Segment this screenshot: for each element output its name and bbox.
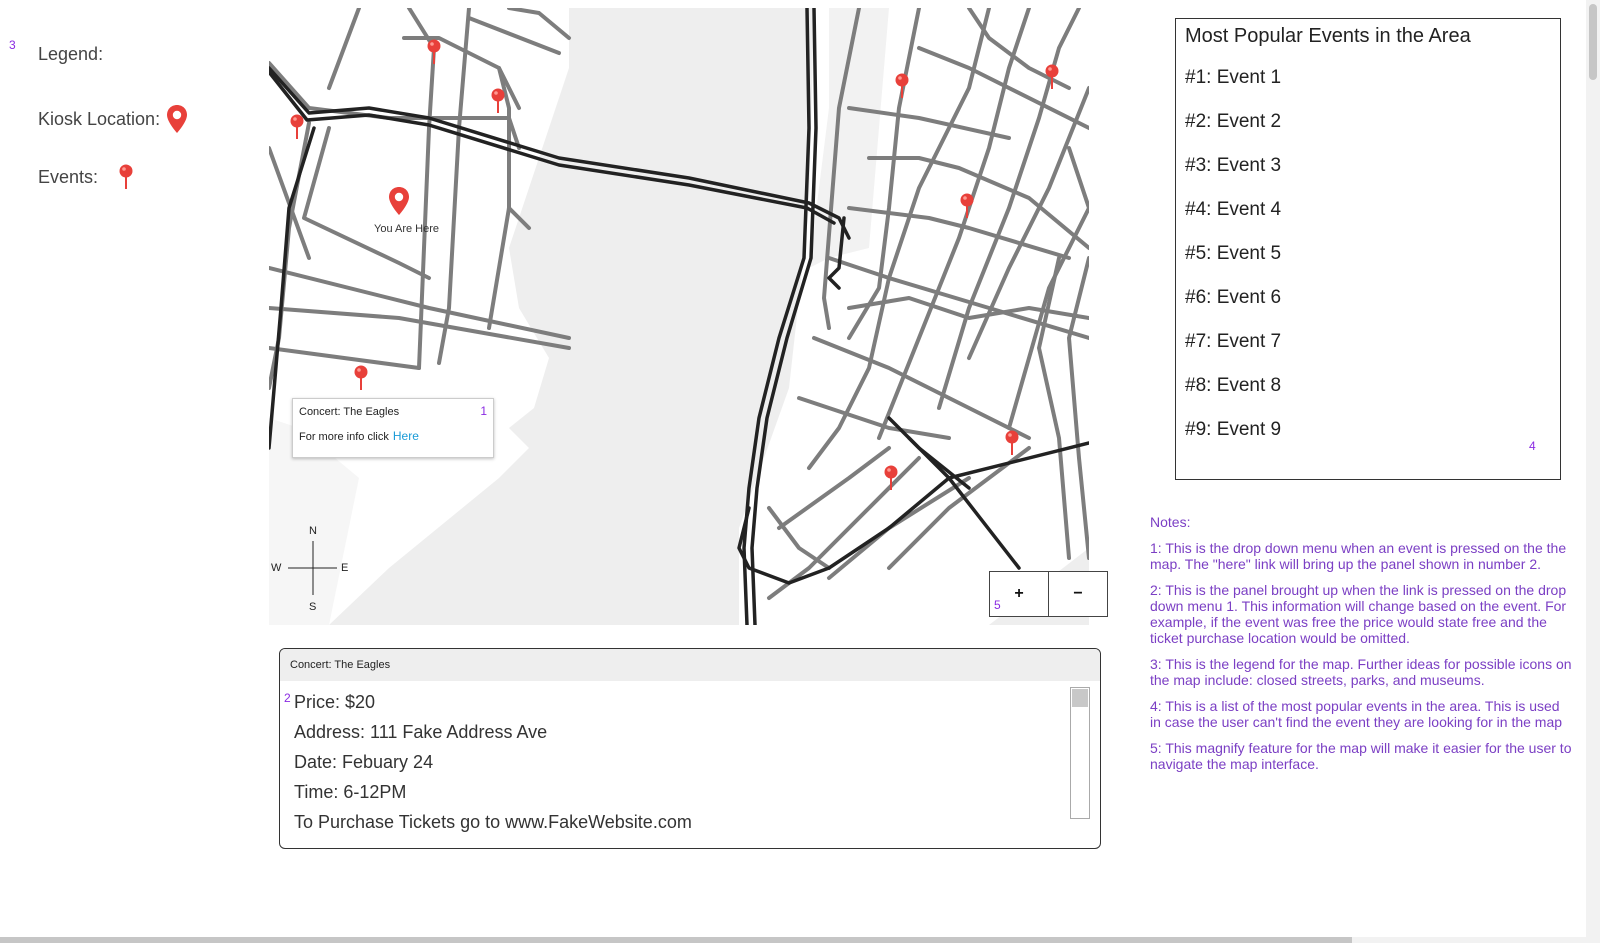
popup-more-info: For more info click Here (299, 429, 419, 443)
event-pin-icon (119, 164, 133, 189)
detail-address: Address: 111 Fake Address Ave (294, 722, 548, 742)
city-map[interactable]: You Are Here (269, 8, 1089, 625)
popular-event-item[interactable]: #9: Event 9 (1185, 419, 1281, 441)
popular-event-item[interactable]: #7: Event 7 (1185, 331, 1281, 353)
popular-event-item[interactable]: #6: Event 6 (1185, 287, 1281, 309)
kiosk-location-icon (167, 105, 188, 133)
event-popup: Concert: The Eagles 1 For more info clic… (292, 398, 494, 458)
event-detail-panel: Concert: The Eagles 2 Price: $20 Address… (279, 648, 1101, 849)
page-vertical-scrollbar[interactable] (1586, 0, 1600, 943)
popular-event-item[interactable]: #3: Event 3 (1185, 155, 1281, 177)
kiosk-location-icon (389, 187, 409, 215)
compass-west: W (271, 562, 282, 574)
detail-time: Time: 6-12PM (294, 782, 407, 802)
note-item: 1: This is the drop down menu when an ev… (1150, 540, 1567, 572)
event-pin-icon[interactable] (1044, 64, 1060, 90)
note-item: 5: This magnify feature for the map will… (1150, 740, 1572, 772)
note-item: 3: This is the legend for the map. Furth… (1150, 656, 1572, 688)
detail-scrollbar[interactable] (1070, 687, 1090, 819)
note-item: 4: This is a list of the most popular ev… (1150, 698, 1563, 730)
event-pin-icon[interactable] (894, 73, 910, 99)
you-are-here-label: You Are Here (374, 223, 440, 235)
legend-title: Legend: (38, 44, 104, 64)
horizontal-scrollbar-thumb[interactable] (0, 937, 1352, 943)
popular-annotation-number: 4 (1529, 439, 1536, 453)
event-pin-icon[interactable] (959, 193, 975, 219)
legend-events-label: Events: (38, 166, 99, 187)
legend-kiosk-label: Kiosk Location: (38, 108, 161, 129)
map-canvas[interactable] (269, 8, 1089, 625)
popular-event-item[interactable]: #1: Event 1 (1185, 67, 1281, 89)
event-pin-icon[interactable] (289, 114, 305, 140)
popular-event-item[interactable]: #8: Event 8 (1185, 375, 1281, 397)
compass-north: N (309, 525, 317, 537)
detail-date: Date: Febuary 24 (294, 752, 434, 772)
event-pin-icon[interactable] (1004, 430, 1020, 456)
detail-price: Price: $20 (294, 692, 376, 712)
event-pin-icon[interactable] (883, 465, 899, 491)
event-pin-icon[interactable] (426, 39, 442, 65)
event-pin-icon[interactable] (490, 88, 506, 114)
compass-south: S (309, 601, 317, 613)
detail-scrollbar-thumb[interactable] (1072, 689, 1088, 707)
zoom-out-button[interactable]: − (1048, 572, 1107, 616)
popup-here-link[interactable]: Here (393, 429, 419, 443)
legend-annotation-number: 3 (9, 38, 16, 52)
zoom-controls: + − (989, 571, 1108, 617)
compass-rose: N S E W (271, 525, 351, 615)
zoom-annotation-number: 5 (994, 598, 1001, 612)
detail-header: Concert: The Eagles (280, 649, 1100, 681)
popup-more-info-text: For more info click (299, 431, 389, 443)
popup-title: Concert: The Eagles (299, 406, 400, 418)
compass-east: E (341, 562, 349, 574)
popular-event-item[interactable]: #5: Event 5 (1185, 243, 1281, 265)
event-pin-icon[interactable] (353, 365, 369, 391)
notes-title: Notes: (1150, 514, 1191, 530)
popup-annotation-number: 1 (480, 404, 487, 418)
page-horizontal-scrollbar[interactable] (0, 937, 1600, 943)
detail-lines: Price: $20 Address: 111 Fake Address Ave… (294, 687, 692, 837)
design-notes: Notes: 1: This is the drop down menu whe… (1150, 514, 1572, 782)
popular-events-panel: Most Popular Events in the Area #1: Even… (1175, 18, 1561, 480)
vertical-scrollbar-thumb[interactable] (1589, 4, 1597, 80)
popular-event-item[interactable]: #2: Event 2 (1185, 111, 1281, 133)
detail-annotation-number: 2 (284, 691, 291, 705)
legend-events-row: Events: (38, 164, 134, 190)
detail-tickets: To Purchase Tickets go to www.FakeWebsit… (294, 812, 692, 832)
popular-events-title: Most Popular Events in the Area (1185, 25, 1471, 47)
popular-event-item[interactable]: #4: Event 4 (1185, 199, 1281, 221)
legend-kiosk-row: Kiosk Location: (38, 104, 188, 134)
note-item: 2: This is the panel brought up when the… (1150, 582, 1567, 646)
